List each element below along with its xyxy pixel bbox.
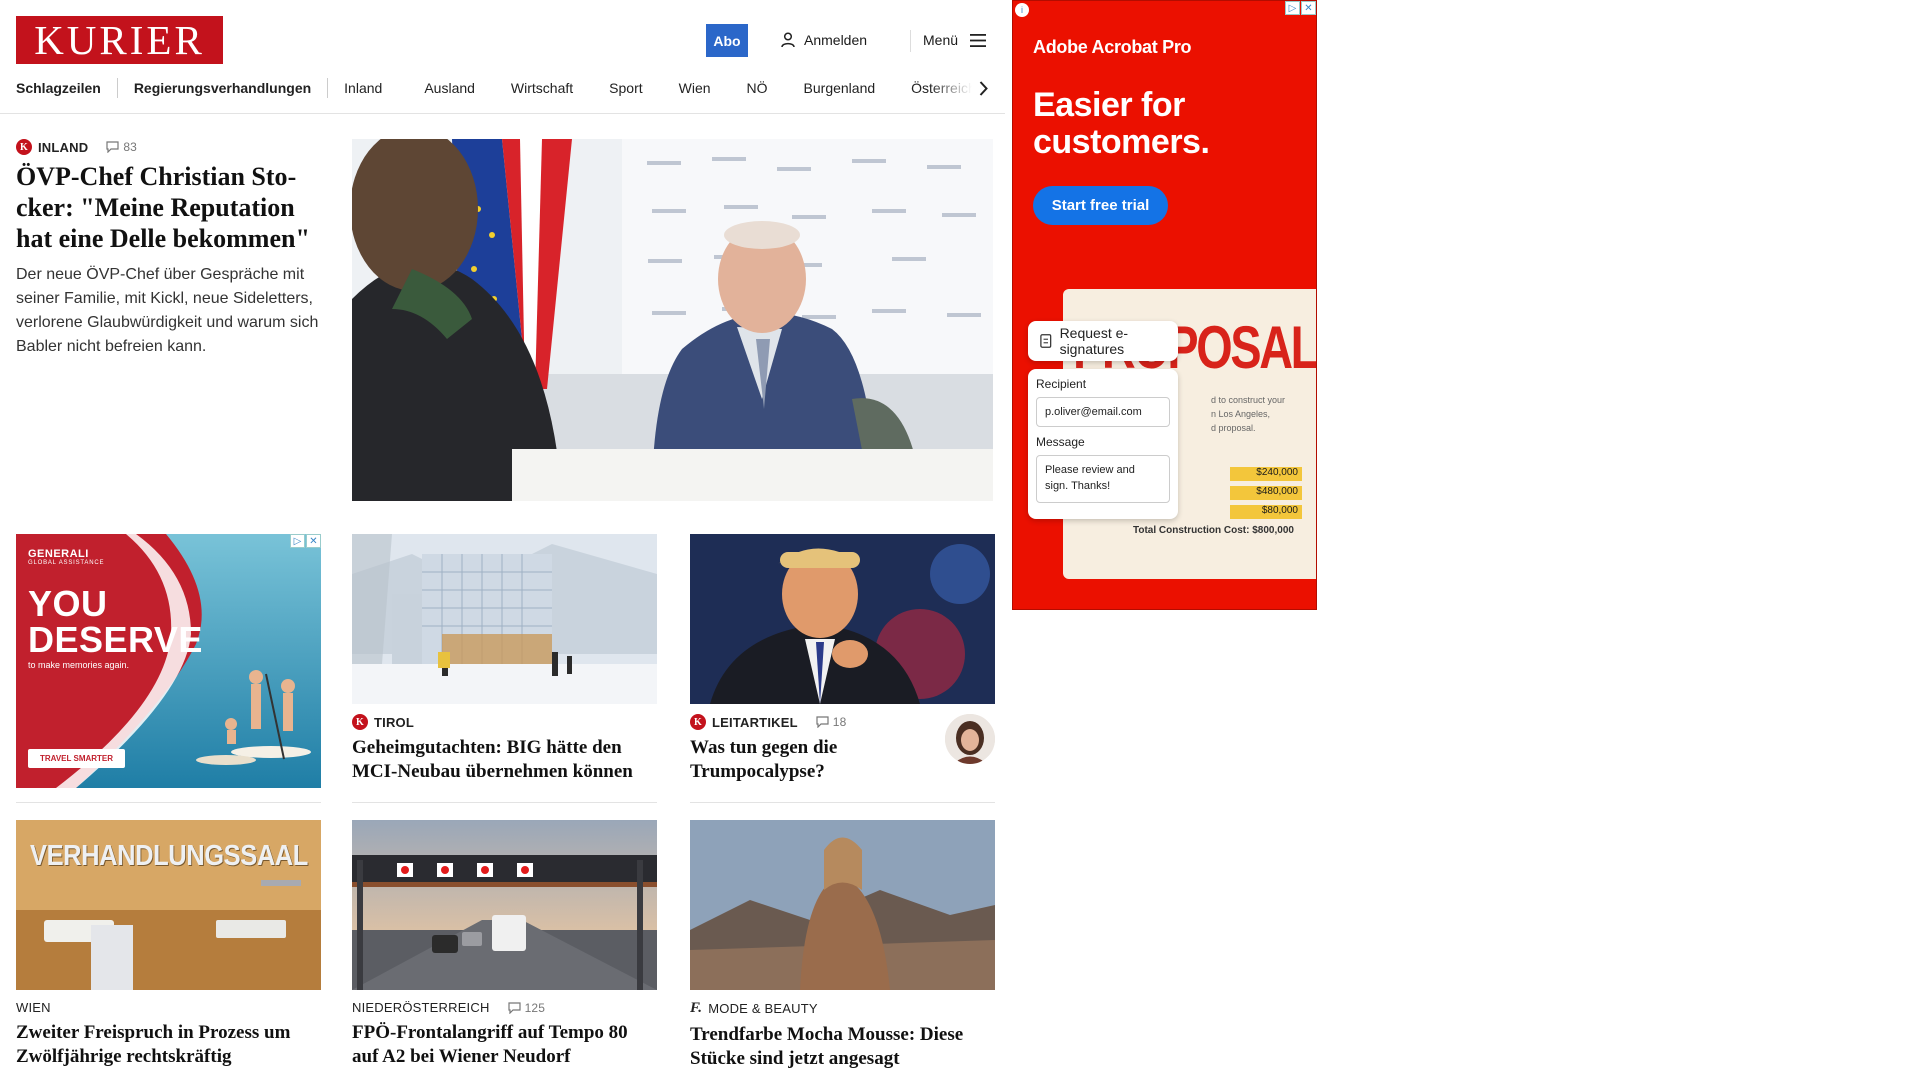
comment-count[interactable]: 18: [816, 715, 847, 729]
row-divider: [16, 802, 321, 803]
nav-item-burgenland[interactable]: Burgenland: [804, 80, 876, 96]
card-kicker: f. MODE & BEAUTY: [690, 1000, 995, 1017]
card-tirol[interactable]: K TIROL Geheimgutachten: BIG hätte den M…: [352, 714, 657, 784]
ad-close-controls[interactable]: ▷ ✕: [290, 534, 321, 548]
generali-logo: GENERALI GLOBAL ASSISTANCE: [28, 548, 105, 566]
card-mode-beauty[interactable]: f. MODE & BEAUTY Trendfarbe Mocha Mousse…: [690, 1000, 995, 1071]
adobe-brand: Adobe Acrobat Pro: [1033, 37, 1192, 57]
card-headline[interactable]: Zweiter Freispruch in Prozess um Zwölfjä…: [16, 1021, 321, 1069]
nav-fade: [930, 76, 972, 100]
card-image-wien[interactable]: VERHANDLUNGSSAAL: [16, 820, 321, 990]
card-wien[interactable]: WIEN Zweiter Freispruch in Prozess um Zw…: [16, 1000, 321, 1069]
card-kicker: WIEN: [16, 1000, 321, 1015]
kicker-label[interactable]: TIROL: [374, 715, 414, 730]
signature-form: Recipient p.oliver@email.com Message Ple…: [1028, 369, 1178, 519]
nav-item-regierungsverhandlungen[interactable]: Regierungsverhandlungen: [134, 80, 311, 96]
lead-teaser: Der neue ÖVP-Chef über Gespräche mit sei…: [16, 266, 319, 355]
kurier-logo[interactable]: KURIER: [16, 16, 223, 64]
header-rule: [0, 113, 1005, 114]
card-image-tirol[interactable]: [352, 534, 657, 704]
adchoices-icon[interactable]: ▷: [1285, 1, 1300, 15]
menu-button[interactable]: Menü: [923, 28, 987, 52]
close-icon[interactable]: ✕: [1301, 1, 1316, 15]
interview-photo: [352, 139, 993, 501]
card-niederoesterreich[interactable]: NIEDERÖSTERREICH 125 FPÖ-Frontalangriff …: [352, 1000, 657, 1069]
kicker-label[interactable]: NIEDERÖSTERREICH: [352, 1000, 490, 1015]
document-sign-icon: [1040, 334, 1052, 348]
adchoices-icon[interactable]: ▷: [290, 534, 305, 548]
message-field: Please review and sign. Thanks!: [1036, 455, 1170, 503]
ad-close-controls[interactable]: ▷ ✕: [1285, 1, 1316, 15]
card-headline[interactable]: Trendfarbe Mocha Mousse: Diese Stücke si…: [690, 1023, 995, 1071]
hamburger-icon: [970, 33, 987, 47]
nav-divider: [327, 78, 329, 98]
comment-count[interactable]: 83: [106, 140, 137, 154]
motorway-photo: [352, 820, 657, 990]
lead-kicker: K INLAND 83: [16, 139, 326, 155]
nav-item-wien[interactable]: Wien: [679, 80, 711, 96]
building-render-photo: [352, 534, 657, 704]
lead-article[interactable]: K INLAND 83 ÖVP-Chef Christian Sto­cker:…: [16, 139, 326, 359]
row-divider: [352, 802, 657, 803]
card-kicker: K TIROL: [352, 714, 657, 730]
nav-divider: [116, 78, 118, 98]
comment-icon: [507, 1001, 521, 1014]
freizeit-f-icon: f.: [690, 1000, 703, 1016]
card-image-niederoesterreich[interactable]: [352, 820, 657, 990]
adobe-ad[interactable]: i ▷ ✕ Adobe Acrobat Pro Easier for custo…: [1012, 0, 1317, 610]
card-headline[interactable]: Was tun gegen die Trumpocalypse?: [690, 736, 910, 784]
lead-headline[interactable]: ÖVP-Chef Christian Sto­cker: "Meine Repu…: [16, 161, 326, 254]
nav-item-sport[interactable]: Sport: [609, 80, 642, 96]
generali-ad[interactable]: GENERALI GLOBAL ASSISTANCE YOU DESERVE t…: [16, 534, 321, 788]
kicker-label[interactable]: LEITARTIKEL: [712, 715, 798, 730]
section-nav: Schlagzeilen Regierungsverhandlungen Inl…: [16, 76, 994, 100]
author-avatar[interactable]: [945, 714, 995, 764]
card-kicker: NIEDERÖSTERREICH 125: [352, 1000, 657, 1015]
card-headline[interactable]: FPÖ-Frontalangriff auf Tempo 80 auf A2 b…: [352, 1021, 657, 1069]
kurier-k-badge-icon: K: [352, 714, 368, 730]
login-label: Anmelden: [804, 32, 868, 48]
chevron-right-icon: [979, 80, 988, 96]
nav-scroll-right-button[interactable]: [972, 76, 994, 100]
request-signatures-pill: Request e-signatures: [1028, 321, 1178, 361]
login-link[interactable]: Anmelden: [781, 28, 867, 52]
card-headline[interactable]: Geheimgutachten: BIG hätte den MCI-Neuba…: [352, 736, 657, 784]
abo-button[interactable]: Abo: [706, 24, 748, 57]
generali-cta-button[interactable]: TRAVEL SMARTER: [28, 749, 126, 768]
nav-item-ausland[interactable]: Ausland: [424, 80, 475, 96]
speaker-photo: [690, 534, 995, 704]
menu-label: Menü: [923, 32, 959, 48]
generali-headline: YOU DESERVE: [28, 583, 203, 660]
comment-count[interactable]: 125: [507, 1001, 546, 1015]
nav-item-inland[interactable]: Inland: [344, 80, 382, 96]
header-divider: [910, 30, 911, 52]
kicker-label[interactable]: WIEN: [16, 1000, 51, 1015]
kicker-label[interactable]: INLAND: [38, 140, 88, 155]
nav-item-noe[interactable]: NÖ: [747, 80, 768, 96]
recipient-field: p.oliver@email.com: [1036, 397, 1170, 427]
user-icon: [781, 32, 795, 48]
comment-icon: [816, 716, 829, 728]
card-image-leitartikel[interactable]: [690, 534, 995, 704]
kurier-k-badge-icon: K: [16, 139, 32, 155]
comment-icon: [106, 141, 119, 153]
start-free-trial-button[interactable]: Start free trial: [1033, 186, 1168, 225]
close-icon[interactable]: ✕: [306, 534, 321, 548]
kurier-k-badge-icon: K: [690, 714, 706, 730]
image-sign-text: VERHANDLUNGSSAAL: [30, 840, 308, 872]
ad-info-icon[interactable]: i: [1015, 3, 1029, 17]
generali-subline: to make memories again.: [28, 660, 130, 670]
kicker-label[interactable]: MODE & BEAUTY: [708, 1001, 818, 1016]
nav-item-wirtschaft[interactable]: Wirtschaft: [511, 80, 573, 96]
row-divider: [690, 802, 995, 803]
card-image-mode[interactable]: [690, 820, 995, 990]
site-header: KURIER Abo Anmelden Menü Schlagzeilen Re…: [0, 0, 1005, 115]
author-portrait: [945, 714, 995, 764]
adobe-headline: Easier for customers.: [1033, 86, 1210, 161]
nav-item-schlagzeilen[interactable]: Schlagzeilen: [16, 80, 101, 96]
fashion-photo: [690, 820, 995, 990]
lead-image[interactable]: [352, 139, 993, 501]
